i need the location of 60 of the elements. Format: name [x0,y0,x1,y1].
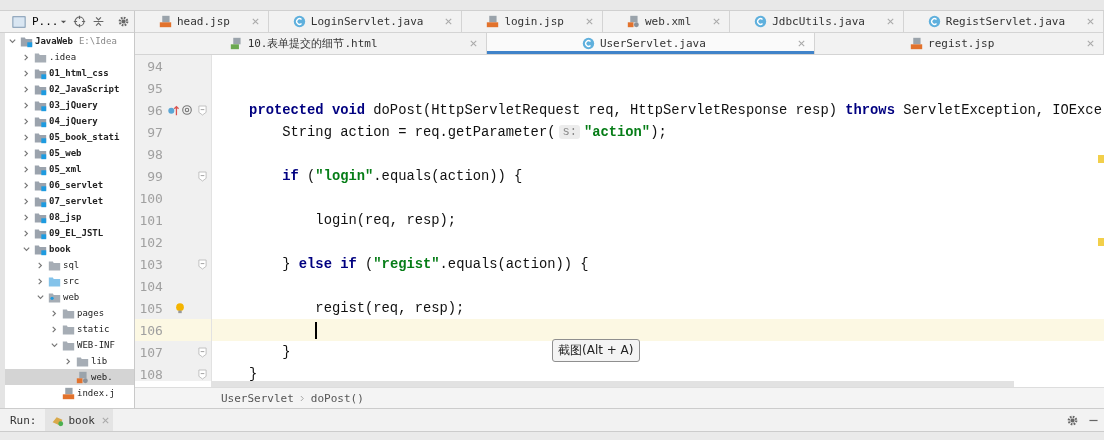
line-number: 98 [146,146,163,162]
line-number: 107 [138,344,163,360]
code-line: } else if ("regist".equals(action)) { [281,256,589,272]
tree-item[interactable]: 06_servlet [5,177,134,193]
tree-item[interactable]: src [5,273,134,289]
tree-item[interactable]: .idea [5,49,134,65]
tree-item[interactable]: 01_html_css [5,65,134,81]
code-line: login(req, resp); [314,212,457,228]
line-number: 100 [138,190,163,206]
editor-tab[interactable]: UserServlet.java [487,33,816,54]
line-number: 103 [138,256,163,272]
editor-tab[interactable]: web.xml [602,11,731,32]
run-tab[interactable]: book [44,409,113,431]
tree-item[interactable]: WEB-INF [5,337,134,353]
code-line: protected void doPost(HttpServletRequest req, HttpServletResponse resp) throws ServletException, IOExce [248,102,1102,118]
tree-item[interactable]: lib [5,353,134,369]
editor-tab[interactable]: head.jsp [135,11,269,32]
line-number: 104 [138,278,163,294]
tree-item[interactable]: 03_jQuery [5,97,134,113]
breadcrumb[interactable]: UserServlet [221,391,294,405]
editor-tab[interactable]: RegistServlet.java [903,11,1104,32]
tree-item[interactable]: 09_EL_JSTL [5,225,134,241]
tree-item[interactable]: index.j [5,385,134,401]
code-line: regist(req, resp); [314,300,465,316]
tree-item[interactable]: JavaWeb E:\Idea [5,33,134,49]
tree-item[interactable]: 02_JavaScript [5,81,134,97]
tree-item[interactable]: 04_jQuery [5,113,134,129]
line-number: 105 [138,300,163,316]
run-label: Run: [10,413,37,427]
tree-item[interactable]: 05_web [5,145,134,161]
project-view-dropdown[interactable]: P... [32,15,67,28]
code-line: } [281,344,291,360]
tree-item[interactable]: book [5,241,134,257]
line-number: 101 [138,212,163,228]
line-number: 99 [146,168,163,184]
tree-item[interactable]: web. [5,369,134,385]
code-line: String action = req.getParameter( s: "action"); [281,124,667,140]
tree-item[interactable]: sql [5,257,134,273]
code-line: } [248,366,258,381]
editor-tab[interactable]: LoginServlet.java [268,11,463,32]
editor-tab[interactable]: login.jsp [462,11,603,32]
line-number: 95 [146,80,163,96]
line-number: 108 [138,366,163,381]
tooltip: 截图(Alt + A) [552,339,640,362]
code-line: if ("login".equals(action)) { [281,168,523,184]
line-number: 106 [138,322,163,338]
tree-item[interactable]: 05_xml [5,161,134,177]
line-number: 96 [146,102,163,118]
tree-item[interactable]: static [5,321,134,337]
breadcrumb[interactable]: doPost() [310,391,364,405]
tree-item[interactable]: 05_book_stati [5,129,134,145]
editor-tab[interactable]: regist.jsp [815,33,1104,54]
tree-item[interactable]: 08_jsp [5,209,134,225]
tree-item[interactable]: web [5,289,134,305]
line-number: 97 [146,124,163,140]
editor-tab[interactable]: JdbcUtils.java [730,11,904,32]
tree-item[interactable]: pages [5,305,134,321]
line-number: 94 [146,58,163,74]
tree-item[interactable]: 07_servlet [5,193,134,209]
line-number: 102 [138,234,163,250]
